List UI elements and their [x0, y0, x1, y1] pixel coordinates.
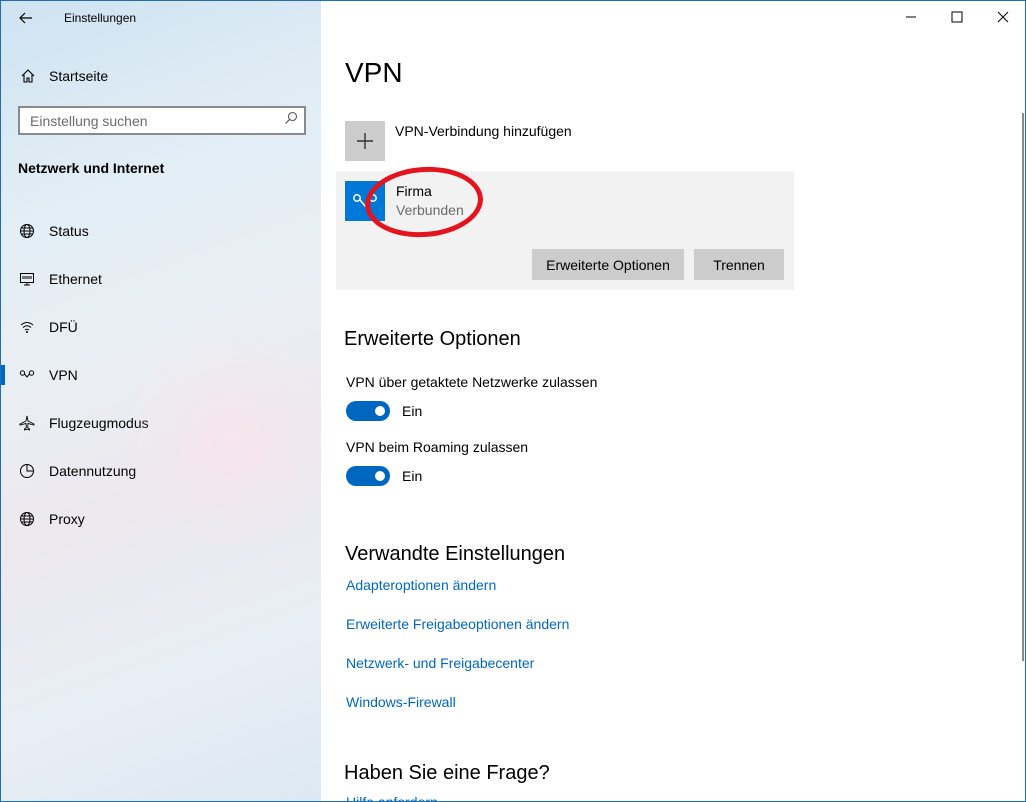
- adapter-options-link[interactable]: Adapteroptionen ändern: [346, 577, 496, 593]
- sidebar-item-label: Ethernet: [49, 271, 102, 287]
- sidebar-item-label: Flugzeugmodus: [49, 415, 149, 431]
- sidebar-item-label: VPN: [49, 367, 78, 383]
- data-usage-icon: [17, 461, 37, 481]
- advanced-options-button[interactable]: Erweiterte Optionen: [532, 249, 684, 280]
- roaming-label: VPN beim Roaming zulassen: [346, 439, 529, 455]
- sidebar-section-title: Netzwerk und Internet: [18, 160, 165, 176]
- vpn-connection-icon: [345, 181, 385, 221]
- sidebar-item-label: Datennutzung: [49, 463, 137, 479]
- search-icon[interactable]: [284, 111, 298, 130]
- airplane-icon: [17, 413, 37, 433]
- page-title: VPN: [345, 57, 403, 88]
- scrollbar[interactable]: [1022, 113, 1024, 661]
- metered-networks-label: VPN über getaktete Netzwerke zulassen: [346, 374, 598, 390]
- network-sharing-center-link[interactable]: Netzwerk- und Freigabecenter: [346, 655, 534, 671]
- sidebar-item-proxy[interactable]: Proxy: [1, 495, 321, 543]
- back-button[interactable]: [15, 8, 37, 28]
- dialup-icon: [17, 317, 37, 337]
- roaming-toggle[interactable]: Ein: [346, 466, 422, 486]
- add-vpn-connection-button[interactable]: VPN-Verbindung hinzufügen: [345, 121, 572, 161]
- vpn-icon: [17, 365, 37, 385]
- vpn-connection-status: Verbunden: [396, 202, 464, 218]
- related-settings-heading: Verwandte Einstellungen: [345, 543, 566, 565]
- vpn-connection-name: Firma: [396, 183, 432, 199]
- question-heading: Haben Sie eine Frage?: [344, 762, 550, 784]
- toggle-state-label: Ein: [402, 468, 423, 484]
- get-help-link[interactable]: Hilfe anfordern: [346, 794, 438, 801]
- advanced-options-heading: Erweiterte Optionen: [344, 328, 521, 350]
- sidebar: Einstellungen Startseite Netzwerk und In…: [1, 1, 341, 801]
- add-vpn-connection-label: VPN-Verbindung hinzufügen: [395, 123, 572, 139]
- sidebar-item-status[interactable]: Status: [1, 207, 321, 255]
- windows-firewall-link[interactable]: Windows-Firewall: [346, 694, 456, 710]
- globe-icon: [17, 509, 37, 529]
- vpn-connection-card[interactable]: Firma Verbunden Erweiterte Optionen Tren…: [336, 171, 794, 290]
- home-icon: [17, 68, 39, 84]
- sidebar-item-home[interactable]: Startseite: [17, 63, 307, 89]
- sharing-options-link[interactable]: Erweiterte Freigabeoptionen ändern: [346, 616, 569, 632]
- app-title: Einstellungen: [64, 11, 137, 25]
- sidebar-item-label: Proxy: [49, 511, 85, 527]
- ethernet-icon: [17, 269, 37, 289]
- disconnect-button[interactable]: Trennen: [694, 249, 784, 280]
- sidebar-item-ethernet[interactable]: Ethernet: [1, 255, 321, 303]
- globe-icon: [17, 221, 37, 241]
- sidebar-nav: Status Ethernet DFÜ VPN Flugzeugmodus Da…: [1, 207, 321, 543]
- sidebar-item-label: Startseite: [49, 68, 109, 84]
- search-box[interactable]: [18, 106, 306, 135]
- sidebar-item-airplane[interactable]: Flugzeugmodus: [1, 399, 321, 447]
- sidebar-item-data-usage[interactable]: Datennutzung: [1, 447, 321, 495]
- sidebar-item-label: DFÜ: [49, 319, 78, 335]
- main-content: VPN VPN-Verbindung hinzufügen Firma Verb…: [322, 1, 1025, 801]
- toggle-switch[interactable]: [346, 401, 390, 421]
- toggle-switch[interactable]: [346, 466, 390, 486]
- sidebar-item-vpn[interactable]: VPN: [1, 351, 321, 399]
- search-input[interactable]: [30, 112, 284, 129]
- settings-window: Einstellungen Startseite Netzwerk und In…: [0, 0, 1026, 802]
- sidebar-item-dialup[interactable]: DFÜ: [1, 303, 321, 351]
- add-icon: [345, 121, 385, 161]
- sidebar-item-label: Status: [49, 223, 89, 239]
- back-arrow-icon: [19, 12, 32, 24]
- metered-networks-toggle[interactable]: Ein: [346, 401, 422, 421]
- toggle-state-label: Ein: [402, 403, 423, 419]
